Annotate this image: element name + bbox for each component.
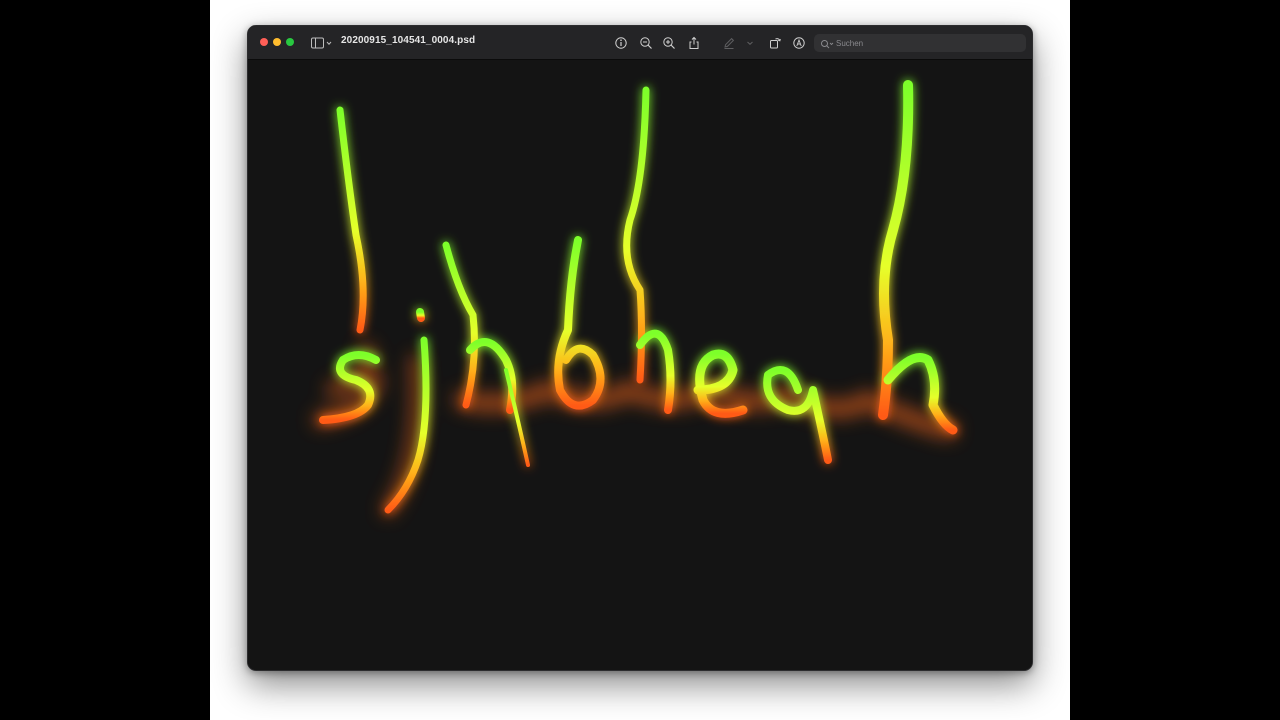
share-icon[interactable] xyxy=(685,34,703,52)
flame-text-artwork xyxy=(313,80,958,516)
search-field[interactable] xyxy=(814,34,1026,52)
search-input[interactable] xyxy=(836,35,1016,51)
chevron-down-icon[interactable] xyxy=(743,34,757,52)
flame-glow-layer xyxy=(313,343,957,516)
title-bar[interactable]: 20200915_104541_0004.psd xyxy=(248,26,1032,60)
zoom-out-icon[interactable] xyxy=(637,34,655,52)
markup-pen-icon[interactable] xyxy=(720,34,738,52)
minimize-button[interactable] xyxy=(273,38,281,46)
fullscreen-button[interactable] xyxy=(286,38,294,46)
search-icon xyxy=(820,37,834,55)
document-title: 20200915_104541_0004.psd xyxy=(341,35,476,46)
sidebar-icon[interactable] xyxy=(310,34,334,52)
info-icon[interactable] xyxy=(612,34,630,52)
zoom-in-icon[interactable] xyxy=(660,34,678,52)
preview-window: 20200915_104541_0004.psd xyxy=(247,25,1033,671)
annotate-icon[interactable] xyxy=(790,34,808,52)
close-button[interactable] xyxy=(260,38,268,46)
image-canvas xyxy=(248,60,1032,670)
desktop: 20200915_104541_0004.psd xyxy=(0,0,1280,720)
rotate-icon[interactable] xyxy=(766,34,784,52)
